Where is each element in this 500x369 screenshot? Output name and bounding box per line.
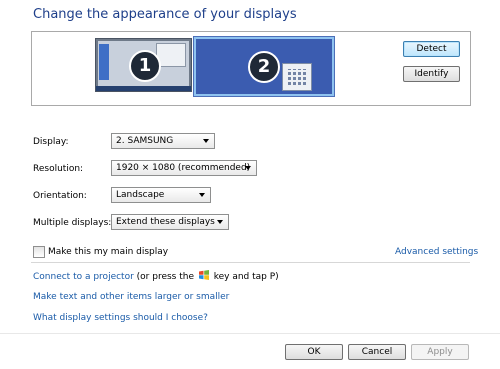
multiple-displays-value: Extend these displays — [116, 217, 215, 227]
chevron-down-icon — [203, 139, 209, 143]
monitor-1-sidebar — [99, 44, 109, 80]
footer-divider — [0, 333, 500, 334]
detect-button[interactable]: Detect — [403, 41, 460, 57]
connect-projector-link[interactable]: Connect to a projector — [33, 272, 134, 282]
projector-hint-suffix: key and tap P) — [210, 272, 279, 282]
main-display-label: Make this my main display — [48, 247, 169, 257]
main-display-checkbox[interactable] — [33, 246, 45, 258]
resolution-select[interactable]: 1920 × 1080 (recommended) — [111, 160, 257, 176]
divider — [31, 262, 470, 263]
orientation-select[interactable]: Landscape — [111, 187, 211, 203]
text-size-link[interactable]: Make text and other items larger or smal… — [33, 292, 229, 302]
monitor-2[interactable]: 2 — [194, 37, 334, 96]
display-select[interactable]: 2. SAMSUNG — [111, 133, 215, 149]
projector-row: Connect to a projector (or press the key… — [33, 270, 279, 282]
monitor-2-grid — [288, 69, 306, 85]
resolution-value: 1920 × 1080 (recommended) — [116, 163, 251, 173]
ok-button[interactable]: OK — [285, 344, 343, 360]
page-title: Change the appearance of your displays — [33, 7, 297, 22]
chevron-down-icon — [245, 166, 251, 170]
resolution-label: Resolution: — [33, 164, 84, 174]
monitor-1-number: 1 — [129, 50, 161, 82]
monitor-2-number: 2 — [248, 51, 280, 83]
monitor-1[interactable]: 1 — [95, 38, 192, 92]
orientation-value: Landscape — [116, 190, 165, 200]
multiple-displays-select[interactable]: Extend these displays — [111, 214, 229, 230]
cancel-button[interactable]: Cancel — [348, 344, 406, 360]
chevron-down-icon — [217, 220, 223, 224]
monitor-1-taskbar — [96, 86, 191, 91]
monitor-2-window-icon — [282, 63, 312, 91]
display-label: Display: — [33, 137, 69, 147]
chevron-down-icon — [199, 193, 205, 197]
identify-button[interactable]: Identify — [403, 66, 460, 82]
display-value: 2. SAMSUNG — [116, 136, 174, 146]
orientation-label: Orientation: — [33, 191, 87, 201]
windows-logo-icon — [198, 270, 209, 280]
display-settings-help-link[interactable]: What display settings should I choose? — [33, 313, 208, 323]
advanced-settings-link[interactable]: Advanced settings — [395, 247, 478, 257]
apply-button[interactable]: Apply — [411, 344, 469, 360]
multiple-displays-label: Multiple displays: — [33, 218, 112, 228]
projector-hint-prefix: (or press the — [133, 272, 197, 282]
